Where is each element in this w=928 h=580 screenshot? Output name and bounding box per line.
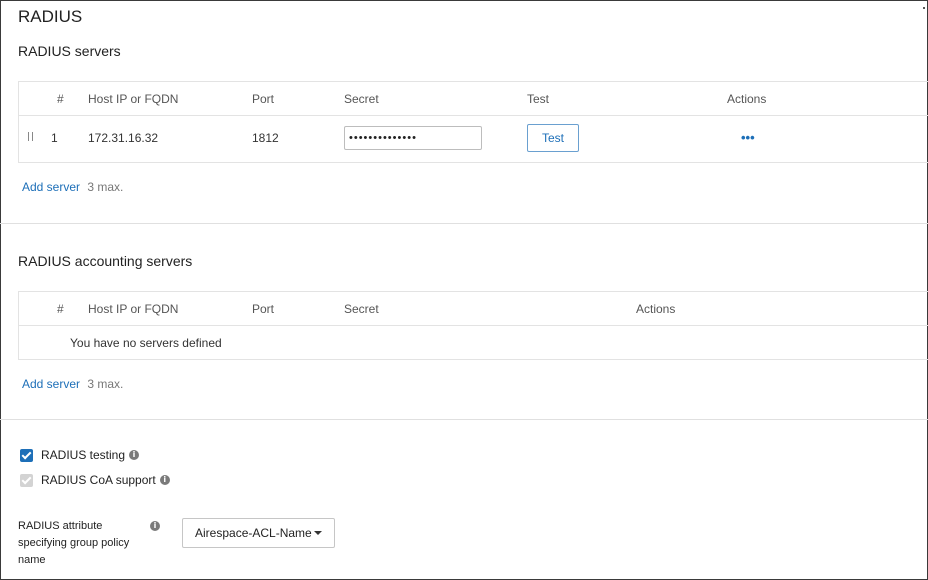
- max-note: 3 max.: [87, 180, 124, 194]
- info-icon[interactable]: i: [129, 450, 140, 460]
- empty-row: You have no servers defined: [19, 326, 928, 360]
- row-host: 172.31.16.32: [88, 131, 159, 145]
- add-server-row: Add server 3 max.: [22, 180, 123, 194]
- section-divider: [0, 419, 928, 420]
- row-number: 1: [51, 131, 58, 145]
- col-port-header: Port: [252, 92, 275, 106]
- add-accounting-server-link[interactable]: Add server: [22, 377, 80, 391]
- page-title: RADIUS: [18, 7, 83, 26]
- col-test-header: Test: [527, 92, 550, 106]
- coa-support-label: RADIUS CoA support: [41, 473, 156, 487]
- col-host-header: Host IP or FQDN: [88, 302, 179, 316]
- radius-testing-label: RADIUS testing: [41, 448, 126, 462]
- group-policy-attribute-select[interactable]: Airespace-ACL-Name: [182, 518, 335, 548]
- test-button[interactable]: Test: [527, 124, 579, 152]
- drag-handle-icon[interactable]: [28, 132, 33, 141]
- info-icon[interactable]: i: [150, 521, 160, 531]
- accounting-servers-table: # Host IP or FQDN Port Secret Actions Yo…: [18, 291, 928, 360]
- add-server-link[interactable]: Add server: [22, 180, 80, 194]
- col-secret-header: Secret: [344, 302, 379, 316]
- radius-testing-checkbox[interactable]: [20, 448, 33, 462]
- empty-message: You have no servers defined: [70, 336, 222, 350]
- selected-value: Airespace-ACL-Name: [195, 526, 312, 540]
- radius-testing-option: RADIUS testing i: [20, 448, 140, 462]
- more-horizontal-icon[interactable]: •••: [741, 130, 755, 145]
- col-actions-header: Actions: [727, 92, 767, 106]
- col-number-header: #: [57, 92, 64, 106]
- corner-mark: [923, 7, 925, 9]
- col-port-header: Port: [252, 302, 275, 316]
- table-row: 1 172.31.16.32 1812 •••••••••••••• Test …: [19, 116, 928, 163]
- section-divider: [0, 223, 928, 224]
- col-number-header: #: [57, 302, 64, 316]
- caret-down-icon: [314, 531, 322, 535]
- add-server-row: Add server 3 max.: [22, 377, 123, 391]
- row-port: 1812: [252, 131, 279, 145]
- accounting-servers-title: RADIUS accounting servers: [18, 253, 193, 269]
- coa-support-option: RADIUS CoA support i: [20, 473, 170, 487]
- secret-input[interactable]: ••••••••••••••: [344, 126, 482, 150]
- col-host-header: Host IP or FQDN: [88, 92, 179, 106]
- group-policy-attribute-label: RADIUS attribute specifying group policy…: [18, 520, 130, 566]
- radius-servers-title: RADIUS servers: [18, 43, 121, 59]
- info-icon[interactable]: i: [159, 475, 170, 485]
- table-header-row: # Host IP or FQDN Port Secret Test Actio…: [19, 82, 928, 116]
- table-header-row: # Host IP or FQDN Port Secret Actions: [19, 292, 928, 326]
- col-actions-header: Actions: [636, 302, 676, 316]
- max-note: 3 max.: [87, 377, 124, 391]
- coa-support-checkbox: [20, 473, 33, 487]
- col-secret-header: Secret: [344, 92, 379, 106]
- radius-servers-table: # Host IP or FQDN Port Secret Test Actio…: [18, 81, 928, 163]
